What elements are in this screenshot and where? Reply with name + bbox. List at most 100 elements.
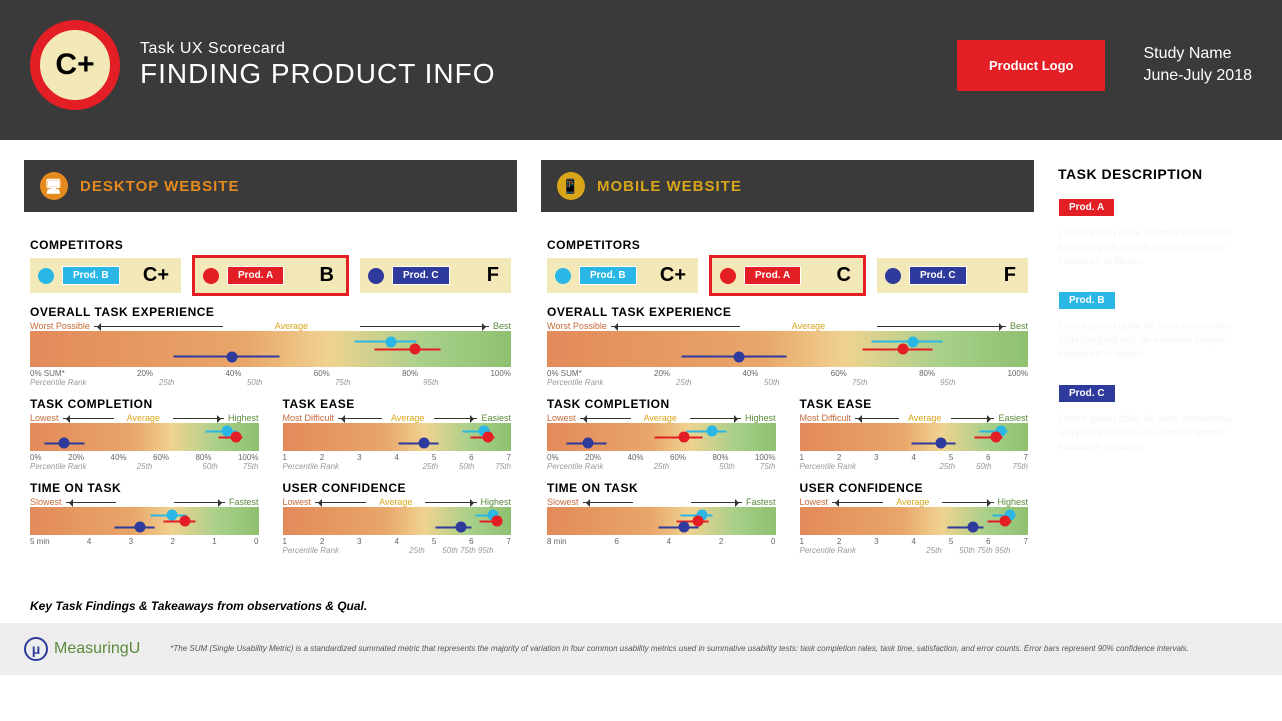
gradient-bar — [283, 423, 512, 451]
axis-ticks: 1234567 — [800, 537, 1029, 546]
footnote: *The SUM (Single Usability Metric) is a … — [170, 643, 1189, 654]
competitor-row: Prod. B C+ Prod. A B Prod. C F — [30, 258, 511, 293]
data-point — [968, 522, 979, 533]
study-date: June-July 2018 — [1143, 65, 1252, 87]
data-point — [385, 336, 396, 347]
data-point — [227, 351, 238, 362]
gradient-bar — [283, 507, 512, 535]
ease-chart: TASK EASEMost DifficultAverageEasiest123… — [283, 397, 512, 471]
axis-labels: Most DifficultAverageEasiest — [283, 413, 512, 423]
data-point — [692, 516, 703, 527]
product-chip: Prod. A — [1058, 198, 1115, 217]
data-point — [734, 351, 745, 362]
product-chip: Prod. B — [1058, 291, 1116, 310]
competitor-dot — [720, 268, 736, 284]
completion-chart: TASK COMPLETIONLowestAverageHighest0%20%… — [30, 397, 259, 471]
competitors-label: COMPETITORS — [547, 238, 1028, 252]
overall-grade-badge: C+ — [30, 20, 120, 110]
desktop-icon: 🖥 — [40, 172, 68, 200]
axis-labels: Worst PossibleAverageBest — [30, 321, 511, 331]
data-point — [679, 432, 690, 443]
competitor-dot — [555, 268, 571, 284]
data-point — [936, 438, 947, 449]
gradient-bar — [547, 507, 776, 535]
competitor-grade: C+ — [143, 264, 173, 287]
competitor-row: Prod. BC+ Prod. AC Prod. C F — [547, 258, 1028, 293]
competitor-card: Prod. A B — [195, 258, 346, 293]
axis-ticks: 8 min6420 — [547, 537, 776, 546]
data-point — [230, 432, 241, 443]
competitor-chip: Prod. C — [392, 266, 450, 285]
axis-labels: LowestAverageHighest — [283, 497, 512, 507]
platform-desktop-title: DESKTOP WEBSITE — [80, 178, 239, 195]
platform-desktop-header: 🖥 DESKTOP WEBSITE — [24, 160, 517, 212]
axis-ticks: 1234567 — [283, 453, 512, 462]
competitor-card: Prod. B C+ — [30, 258, 181, 293]
competitor-chip: Prod. C — [909, 266, 967, 285]
percentile-ticks: Percentile Rank25th50th75th95th — [547, 378, 1028, 387]
confidence-chart: USER CONFIDENCELowestAverageHighest12345… — [283, 481, 512, 555]
study-meta: Study Name June-July 2018 — [1143, 43, 1252, 88]
completion-chart: TASK COMPLETIONLowestAverageHighest0%20%… — [547, 397, 776, 471]
competitor-chip: Prod. A — [227, 266, 284, 285]
gradient-bar — [30, 331, 511, 367]
platform-mobile: 📱 MOBILE WEBSITE COMPETITORSProd. BC+Pro… — [541, 160, 1034, 569]
time-chart: TIME ON TASKSlowestFastest8 min6420 — [547, 481, 776, 555]
platform-mobile-title: MOBILE WEBSITE — [597, 178, 742, 195]
footer: μ MeasuringU *The SUM (Single Usability … — [0, 623, 1282, 675]
percentile-ticks: Percentile Rank25th50th75th95th — [30, 378, 511, 387]
competitor-card: Prod. BC+ — [547, 258, 698, 293]
product-logo-box: Product Logo — [957, 40, 1106, 91]
competitor-grade: C — [837, 264, 855, 287]
task-desc-block: Prod. CLorem ipsum dolor sit amet consec… — [1058, 380, 1258, 455]
data-point — [59, 438, 70, 449]
competitor-grade: F — [487, 264, 503, 287]
competitor-chip: Prod. B — [579, 266, 637, 285]
competitor-dot — [38, 268, 54, 284]
key-findings: Key Task Findings & Takeaways from obser… — [0, 579, 1282, 623]
axis-ticks: 1234567 — [800, 453, 1029, 462]
competitor-card: Prod. AC — [712, 258, 863, 293]
competitors-label: COMPETITORS — [30, 238, 511, 252]
header-titles: Task UX Scorecard FINDING PRODUCT INFO — [140, 40, 937, 90]
measuringu-logo: μ MeasuringU — [24, 637, 140, 661]
confidence-chart: USER CONFIDENCELowestAverageHighest12345… — [800, 481, 1029, 555]
data-point — [419, 438, 430, 449]
percentile-ticks: Percentile Rank25th50th 75th 95th — [283, 546, 512, 555]
axis-ticks: 5 min43210 — [30, 537, 259, 546]
axis-labels: Worst PossibleAverageBest — [547, 321, 1028, 331]
percentile-ticks: Percentile Rank25th50th75th — [283, 462, 512, 471]
percentile-ticks: Percentile Rank25th50th75th — [30, 462, 259, 471]
overall-chart: OVERALL TASK EXPERIENCEWorst PossibleAve… — [30, 305, 511, 387]
gradient-bar — [547, 423, 776, 451]
axis-ticks: 0% SUM*20%40%60%80%100% — [30, 369, 511, 378]
ease-chart: TASK EASEMost DifficultAverageEasiest123… — [800, 397, 1029, 471]
mu-icon: μ — [24, 637, 48, 661]
axis-labels: Most DifficultAverageEasiest — [800, 413, 1029, 423]
data-point — [409, 344, 420, 355]
competitor-chip: Prod. B — [62, 266, 120, 285]
competitor-grade: F — [1004, 264, 1020, 287]
data-point — [907, 336, 918, 347]
data-point — [180, 516, 191, 527]
competitor-dot — [368, 268, 384, 284]
competitor-dot — [203, 268, 219, 284]
gradient-bar — [800, 507, 1029, 535]
data-point — [483, 432, 494, 443]
task-desc-text: Lorem ipsum dolor sit amet consectetur a… — [1058, 320, 1258, 362]
data-point — [583, 438, 594, 449]
gradient-bar — [30, 507, 259, 535]
data-point — [706, 426, 717, 437]
task-desc-text: Lorem ipsum dolor sit amet consectetur a… — [1058, 227, 1258, 269]
competitor-card: Prod. C F — [360, 258, 511, 293]
gradient-bar — [30, 423, 259, 451]
task-desc-block: Prod. B Lorem ipsum dolor sit amet consec… — [1058, 287, 1258, 362]
competitor-card: Prod. C F — [877, 258, 1028, 293]
header: C+ Task UX Scorecard FINDING PRODUCT INF… — [0, 0, 1282, 140]
competitor-grade: B — [320, 264, 338, 287]
time-chart: TIME ON TASKSlowestFastest5 min43210 — [30, 481, 259, 555]
data-point — [1000, 516, 1011, 527]
task-description-title: TASK DESCRIPTION — [1058, 166, 1258, 182]
task-desc-block: Prod. A Lorem ipsum dolor sit amet consec… — [1058, 194, 1258, 269]
content: 🖥 DESKTOP WEBSITE COMPETITORSProd. BC+Pr… — [0, 140, 1282, 579]
